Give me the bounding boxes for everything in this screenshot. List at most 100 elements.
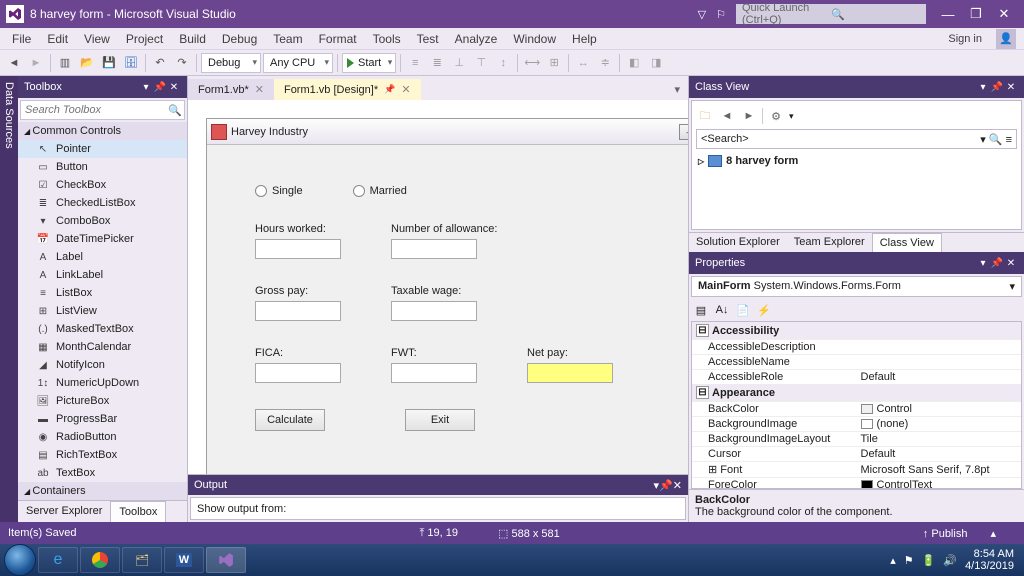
tray-clock[interactable]: 8:54 AM4/13/2019: [965, 548, 1014, 572]
toolbox-item-datetimepicker[interactable]: 📅DateTimePicker: [18, 230, 187, 248]
classview-root[interactable]: ▷8 harvey form: [698, 155, 1015, 167]
start-orb[interactable]: [4, 544, 36, 576]
tab-toolbox[interactable]: Toolbox: [110, 501, 166, 522]
prop-category[interactable]: Accessibility: [692, 322, 1021, 339]
back-icon[interactable]: ◄: [718, 107, 736, 125]
close-icon[interactable]: ✕: [167, 82, 181, 93]
menu-tools[interactable]: Tools: [365, 29, 409, 49]
tab-overflow-icon[interactable]: ▾: [666, 79, 688, 100]
categorized-icon[interactable]: ▤: [691, 301, 711, 319]
pin-icon[interactable]: 📌: [990, 258, 1004, 269]
order-icon[interactable]: ◧: [624, 53, 644, 73]
calculate-button[interactable]: Calculate: [255, 409, 325, 431]
quick-launch-input[interactable]: Quick Launch (Ctrl+Q)🔍: [736, 4, 926, 24]
hours-input[interactable]: [255, 239, 341, 259]
prop-row-forecolor[interactable]: ForeColorControlText: [692, 477, 1021, 489]
exit-button[interactable]: Exit: [405, 409, 475, 431]
menu-team[interactable]: Team: [265, 29, 310, 49]
form-designer[interactable]: Harvey Industry — ☐ ✕ Single Married Hou…: [188, 100, 688, 474]
pin-icon[interactable]: 📌: [990, 82, 1004, 93]
toolbox-item-radiobutton[interactable]: ◉RadioButton: [18, 428, 187, 446]
prop-row-backcolor[interactable]: BackColorControl: [692, 401, 1021, 416]
sign-in-link[interactable]: Sign in: [938, 30, 992, 48]
toolbox-item-combobox[interactable]: ▾ComboBox: [18, 212, 187, 230]
notification-icon[interactable]: ⚐: [716, 8, 726, 21]
prop-row-backgroundimagelayout[interactable]: BackgroundImageLayoutTile: [692, 431, 1021, 446]
spacing-icon[interactable]: ⊞: [544, 53, 564, 73]
taskbar-word[interactable]: W: [164, 547, 204, 573]
avatar-icon[interactable]: 👤: [996, 29, 1016, 49]
prop-row-accessibledescription[interactable]: AccessibleDescription: [692, 339, 1021, 354]
close-icon[interactable]: ✕: [1004, 82, 1018, 93]
tray-flag-icon[interactable]: ⚑: [904, 554, 914, 567]
pin-icon[interactable]: 📌: [384, 84, 395, 95]
dropdown-icon[interactable]: ▾: [139, 82, 153, 93]
toolbox-group[interactable]: Containers: [18, 482, 187, 500]
dropdown-icon[interactable]: ▾: [976, 82, 990, 93]
classview-search[interactable]: <Search>▾ 🔍 ≡: [696, 129, 1017, 149]
toolbox-item-notifyicon[interactable]: ◢NotifyIcon: [18, 356, 187, 374]
publish-button[interactable]: ↑ Publish ▴: [923, 527, 996, 540]
radio-married[interactable]: Married: [353, 185, 407, 197]
tab-solution-explorer[interactable]: Solution Explorer: [689, 233, 787, 252]
doc-tab[interactable]: Form1.vb [Design]*📌✕: [274, 79, 421, 100]
prop-row-font[interactable]: ⊞ FontMicrosoft Sans Serif, 7.8pt: [692, 461, 1021, 477]
data-sources-tab[interactable]: Data Sources: [0, 76, 18, 522]
toolbox-item-textbox[interactable]: abTextBox: [18, 464, 187, 482]
menu-format[interactable]: Format: [311, 29, 365, 49]
close-icon[interactable]: ✕: [401, 83, 410, 96]
align-icon[interactable]: ≡: [405, 53, 425, 73]
pin-icon[interactable]: 📌: [659, 479, 673, 492]
tray-up-icon[interactable]: ▴: [890, 554, 896, 567]
design-form[interactable]: Harvey Industry — ☐ ✕ Single Married Hou…: [206, 118, 688, 474]
menu-help[interactable]: Help: [564, 29, 605, 49]
toolbox-item-listview[interactable]: ⊞ListView: [18, 302, 187, 320]
properties-grid[interactable]: AccessibilityAccessibleDescriptionAccess…: [691, 321, 1022, 489]
tab-server-explorer[interactable]: Server Explorer: [18, 501, 110, 522]
properties-object[interactable]: MainForm System.Windows.Forms.Form▾: [691, 276, 1022, 297]
prop-row-accessiblename[interactable]: AccessibleName: [692, 354, 1021, 369]
menu-debug[interactable]: Debug: [214, 29, 265, 49]
order-icon[interactable]: ◨: [646, 53, 666, 73]
fwt-output[interactable]: [391, 363, 477, 383]
pin-icon[interactable]: 📌: [153, 82, 167, 93]
settings-icon[interactable]: ⚙: [767, 107, 785, 125]
close-button[interactable]: ✕: [990, 3, 1018, 25]
toolbox-item-linklabel[interactable]: ALinkLabel: [18, 266, 187, 284]
restore-button[interactable]: ❐: [962, 3, 990, 25]
redo-icon[interactable]: ↷: [172, 53, 192, 73]
doc-tab[interactable]: Form1.vb*✕: [188, 79, 274, 100]
taskbar-chrome[interactable]: [80, 547, 120, 573]
close-icon[interactable]: ✕: [673, 479, 682, 492]
taskbar-explorer[interactable]: 🗂: [122, 547, 162, 573]
alphabetical-icon[interactable]: A↓: [712, 301, 732, 319]
toolbox-item-pointer[interactable]: ↖Pointer: [18, 140, 187, 158]
prop-category[interactable]: Appearance: [692, 384, 1021, 401]
toolbox-item-listbox[interactable]: ≡ListBox: [18, 284, 187, 302]
toolbox-item-checkbox[interactable]: ☑CheckBox: [18, 176, 187, 194]
fica-output[interactable]: [255, 363, 341, 383]
close-icon[interactable]: ✕: [255, 83, 264, 96]
menu-edit[interactable]: Edit: [39, 29, 76, 49]
new-project-icon[interactable]: ▥: [55, 53, 75, 73]
menu-analyze[interactable]: Analyze: [447, 29, 506, 49]
radio-single[interactable]: Single: [255, 185, 303, 197]
menu-window[interactable]: Window: [505, 29, 564, 49]
menu-build[interactable]: Build: [171, 29, 214, 49]
nav-back-icon[interactable]: ◄: [4, 53, 24, 73]
open-file-icon[interactable]: 📂: [77, 53, 97, 73]
toolbox-item-picturebox[interactable]: 🖼PictureBox: [18, 392, 187, 410]
align-icon[interactable]: ⊥: [449, 53, 469, 73]
menu-project[interactable]: Project: [118, 29, 171, 49]
net-output[interactable]: [527, 363, 613, 383]
dropdown-icon[interactable]: ▾: [976, 258, 990, 269]
spacing-icon[interactable]: ↔: [573, 53, 593, 73]
toolbox-item-label[interactable]: ALabel: [18, 248, 187, 266]
platform-combo[interactable]: Any CPU: [263, 53, 333, 73]
gross-output[interactable]: [255, 301, 341, 321]
events-icon[interactable]: ⚡: [754, 301, 774, 319]
allowance-input[interactable]: [391, 239, 477, 259]
align-icon[interactable]: ≣: [427, 53, 447, 73]
menu-test[interactable]: Test: [409, 29, 447, 49]
new-folder-icon[interactable]: 🗀: [696, 107, 714, 125]
